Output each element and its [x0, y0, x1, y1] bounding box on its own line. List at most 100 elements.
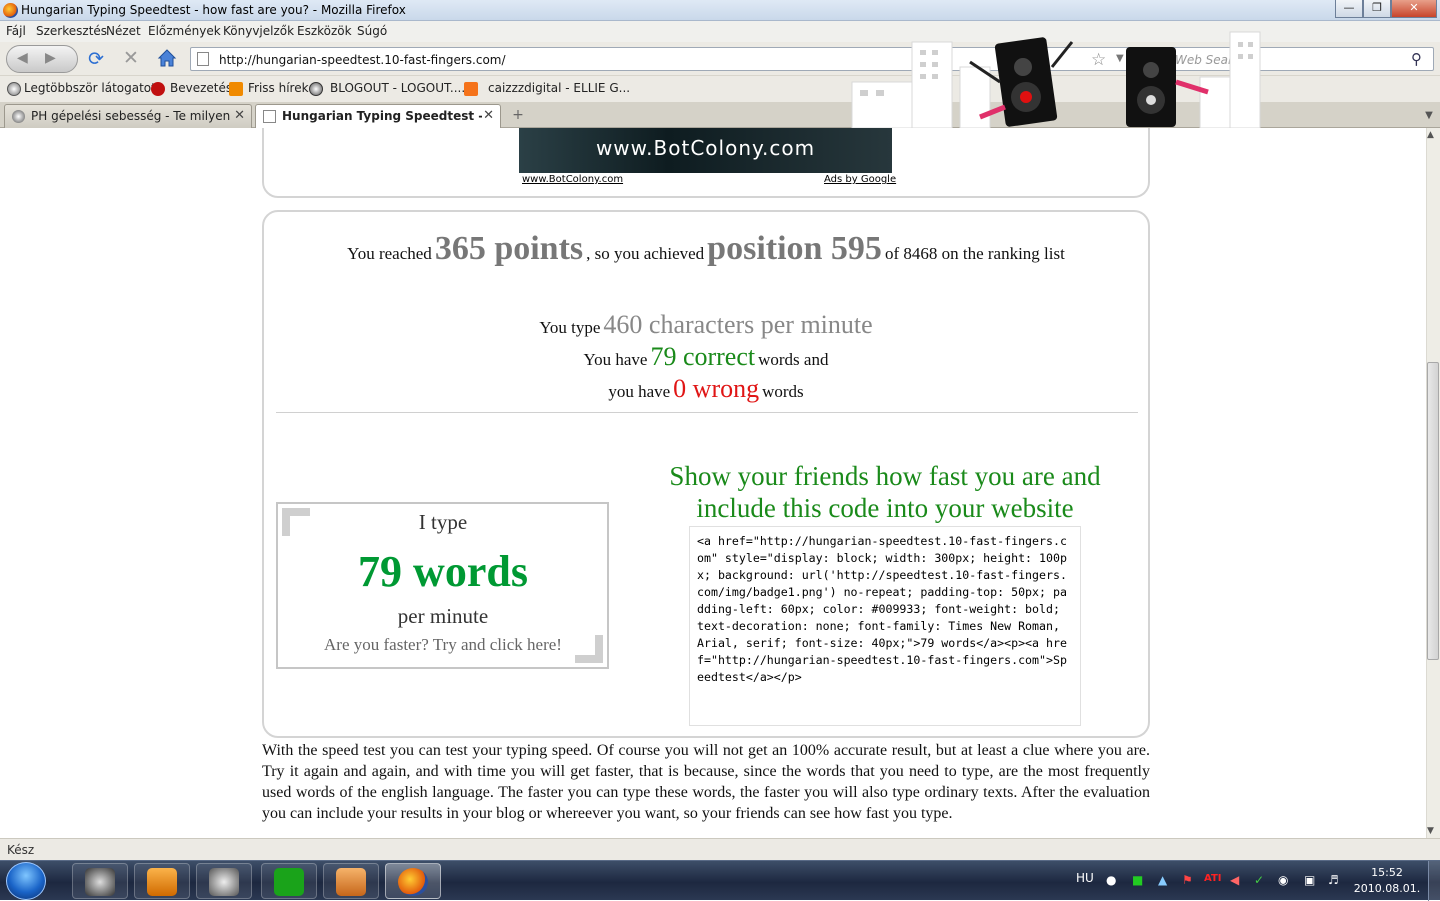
scroll-up-icon[interactable]: ▲ [1427, 130, 1434, 140]
reload-icon[interactable]: ⟳ [88, 49, 104, 69]
tray-flag-icon[interactable]: ⚑ [1182, 873, 1193, 887]
tray-utorrent-icon[interactable]: ■ [1132, 873, 1143, 887]
home-icon[interactable] [156, 47, 178, 69]
steam-icon [85, 868, 115, 896]
taskbar-utorrent[interactable] [261, 863, 317, 899]
taskbar-settings[interactable] [196, 863, 252, 899]
bookmark-icon [151, 82, 165, 96]
navigation-toolbar: ◀ ▶ ⟳ ✕ http://hungarian-speedtest.10-fa… [0, 42, 1440, 76]
start-button[interactable] [6, 862, 46, 900]
tray-app-icon[interactable]: ◉ [1278, 873, 1288, 887]
new-tab-button[interactable]: + [507, 105, 529, 127]
tray-steam-icon[interactable]: ● [1106, 873, 1116, 887]
page-viewport: www.BotColony.com www.BotColony.com Ads … [0, 128, 1426, 838]
typing-badge[interactable]: I type 79 words per minute Are you faste… [276, 502, 609, 669]
share-heading: Show your friends how fast you are and i… [669, 461, 1101, 523]
bookmark-intro[interactable]: Bevezetés [170, 81, 232, 95]
ads-by-google-link[interactable]: Ads by Google [824, 174, 896, 185]
scroll-down-icon[interactable]: ▼ [1427, 826, 1434, 836]
menu-history[interactable]: Előzmények [148, 24, 221, 38]
status-bar: Kész [0, 838, 1440, 860]
soundcloud-icon [464, 82, 478, 96]
bookmark-news[interactable]: Friss hírek [248, 81, 309, 95]
tray-ati-icon[interactable]: ATI [1204, 873, 1222, 884]
tab-favicon-icon [12, 110, 25, 123]
media-player-icon [147, 868, 177, 896]
menu-view[interactable]: Nézet [106, 24, 141, 38]
embed-code-textarea[interactable]: <a href="http://hungarian-speedtest.10-f… [689, 526, 1081, 726]
taskbar-firefox[interactable] [385, 863, 441, 899]
menu-file[interactable]: Fájl [6, 24, 26, 38]
points-value: 365 points [434, 230, 584, 267]
firefox-icon [398, 868, 428, 896]
correct-value: 79 correct [650, 342, 756, 371]
menu-bookmarks[interactable]: Könyvjelzők [223, 24, 294, 38]
bookmark-blogout[interactable]: BLOGOUT - LOGOUT.... [330, 81, 465, 95]
url-text[interactable]: http://hungarian-speedtest.10-fast-finge… [219, 53, 506, 67]
tab-close-icon[interactable]: ✕ [483, 108, 494, 123]
page-icon [197, 52, 209, 66]
taskbar-media-player[interactable] [134, 863, 190, 899]
minimize-button[interactable]: — [1335, 0, 1363, 18]
taskbar-steam[interactable] [72, 863, 128, 899]
maximize-button[interactable]: ❐ [1363, 0, 1391, 18]
back-arrow-icon[interactable]: ◀ [17, 50, 28, 66]
bookmark-caizzz[interactable]: caizzzdigital - ELLIE G... [488, 81, 630, 95]
cpm-value: 460 characters per minute [603, 310, 873, 339]
back-forward-buttons[interactable]: ◀ ▶ [6, 45, 78, 73]
position-value: position 595 [707, 230, 882, 267]
clock-date: 2010.08.01. [1353, 882, 1421, 895]
bookmark-star-icon[interactable]: ☆ [1091, 50, 1106, 70]
speaker-icon [336, 868, 366, 896]
url-dropdown-icon[interactable]: ▼ [1116, 53, 1124, 64]
search-bar[interactable]: Web Search... ⚲ [1142, 47, 1434, 71]
badge-per-minute: per minute [397, 604, 489, 628]
menu-tools[interactable]: Eszközök [297, 24, 352, 38]
tab-label: Hungarian Typing Speedtest - ho... [282, 109, 482, 123]
ranking-total: of 8468 on the ranking list [884, 244, 1065, 263]
cpm-line: You type 460 characters per minute [264, 310, 1148, 340]
tray-network-icon[interactable]: ▲ [1158, 873, 1167, 887]
badge-cta[interactable]: Are you faster? Try and click here! [278, 635, 608, 655]
ranking-line: You reached 365 points , so you achieved… [264, 230, 1148, 268]
system-tray: HU ● ■ ▲ ⚑ ATI ◀ ✓ ◉ ▣ ♬ [1060, 861, 1350, 901]
search-engine-icon[interactable] [1149, 52, 1163, 66]
forward-arrow-icon[interactable]: ▶ [45, 50, 56, 66]
utorrent-icon [274, 868, 304, 896]
tab-ph[interactable]: PH gépelési sebesség - Te milyen g... ✕ [4, 104, 252, 128]
ad-link[interactable]: www.BotColony.com [522, 174, 623, 185]
search-input[interactable]: Web Search... [1175, 53, 1259, 67]
badge-words[interactable]: 79 words [278, 546, 608, 597]
stop-icon[interactable]: ✕ [123, 48, 139, 68]
correct-line: You have 79 correct words and [264, 342, 1148, 372]
scrollbar-thumb[interactable] [1427, 362, 1439, 660]
menu-help[interactable]: Súgó [357, 24, 387, 38]
description-text: With the speed test you can test your ty… [262, 742, 1150, 822]
taskbar-volume-app[interactable] [323, 863, 379, 899]
wrong-line: you have 0 wrong words [264, 374, 1148, 404]
search-icon[interactable]: ⚲ [1411, 50, 1422, 68]
have-label: You have [583, 350, 648, 369]
bookmarks-toolbar: Legtöbbször látogatott Bevezetés Friss h… [0, 76, 1440, 102]
close-button[interactable]: ✕ [1391, 0, 1437, 18]
tray-speaker-icon[interactable]: ◀ [1230, 873, 1239, 887]
bookmark-icon [309, 82, 323, 96]
menu-edit[interactable]: Szerkesztés [36, 24, 107, 38]
address-bar[interactable]: http://hungarian-speedtest.10-fast-finge… [190, 47, 1135, 71]
tray-display-icon[interactable]: ▣ [1304, 873, 1315, 887]
wrong-value: 0 wrong [673, 374, 760, 403]
show-desktop-button[interactable] [1428, 861, 1440, 901]
language-indicator[interactable]: HU [1076, 871, 1094, 885]
tray-security-icon[interactable]: ✓ [1254, 873, 1264, 887]
tray-volume-icon[interactable]: ♬ [1328, 873, 1339, 887]
bookmark-most-visited[interactable]: Legtöbbször látogatott [24, 81, 161, 95]
achieved-label: , so you achieved [586, 244, 705, 263]
words-and-label: words and [758, 350, 829, 369]
title-bar: Hungarian Typing Speedtest - how fast ar… [0, 0, 1440, 21]
tab-speedtest[interactable]: Hungarian Typing Speedtest - ho... ✕ [255, 104, 501, 129]
clock[interactable]: 15:52 2010.08.01. [1352, 865, 1422, 897]
ad-banner[interactable]: www.BotColony.com [519, 128, 892, 173]
tab-label: PH gépelési sebesség - Te milyen g... [31, 109, 231, 123]
tab-list-icon[interactable]: ▼ [1420, 106, 1438, 126]
tab-close-icon[interactable]: ✕ [234, 108, 245, 123]
